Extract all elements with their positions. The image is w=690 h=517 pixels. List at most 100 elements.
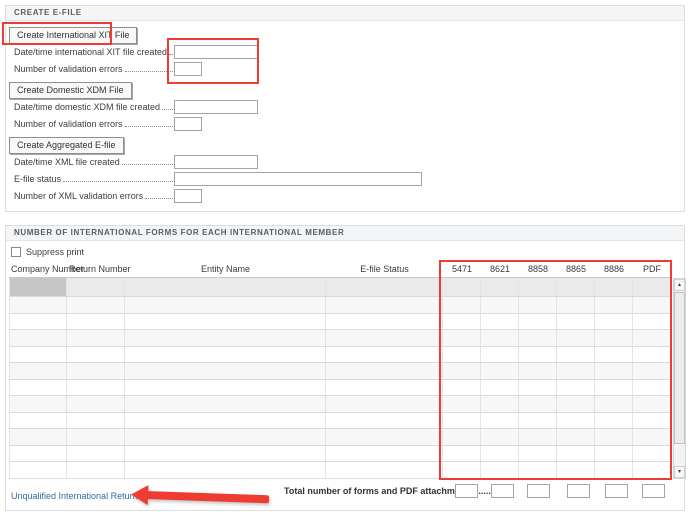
xml-errors-input[interactable]	[174, 189, 202, 203]
scroll-down-icon[interactable]: ▾	[674, 466, 685, 478]
table-cell[interactable]	[67, 330, 125, 346]
table-cell[interactable]	[595, 297, 633, 313]
table-cell[interactable]	[481, 396, 519, 412]
table-row[interactable]	[9, 462, 671, 479]
table-cell[interactable]	[125, 446, 326, 462]
table-cell[interactable]	[326, 446, 443, 462]
table-cell[interactable]	[9, 363, 67, 379]
table-row[interactable]	[9, 413, 671, 430]
table-cell[interactable]	[557, 330, 595, 346]
table-cell[interactable]	[557, 347, 595, 363]
table-cell[interactable]	[595, 314, 633, 330]
efile-status-input[interactable]	[174, 172, 422, 186]
table-cell[interactable]	[443, 363, 481, 379]
table-cell[interactable]	[326, 429, 443, 445]
table-cell[interactable]	[481, 363, 519, 379]
table-row[interactable]	[9, 363, 671, 380]
table-cell[interactable]	[9, 380, 67, 396]
table-cell[interactable]	[125, 462, 326, 478]
table-row[interactable]	[9, 314, 671, 331]
table-cell[interactable]	[9, 429, 67, 445]
total-forms-input-8858[interactable]	[527, 484, 550, 498]
table-cell[interactable]	[67, 462, 125, 478]
table-row[interactable]	[9, 429, 671, 446]
table-cell[interactable]	[519, 462, 557, 478]
table-cell[interactable]	[9, 396, 67, 412]
table-cell[interactable]	[326, 380, 443, 396]
table-cell[interactable]	[633, 380, 671, 396]
table-cell[interactable]	[481, 314, 519, 330]
table-cell[interactable]	[326, 462, 443, 478]
table-cell[interactable]	[481, 297, 519, 313]
table-cell[interactable]	[9, 297, 67, 313]
table-cell[interactable]	[67, 297, 125, 313]
table-cell[interactable]	[519, 330, 557, 346]
table-cell[interactable]	[443, 380, 481, 396]
table-cell[interactable]	[125, 413, 326, 429]
table-cell[interactable]	[9, 330, 67, 346]
table-cell[interactable]	[557, 363, 595, 379]
table-cell[interactable]	[633, 396, 671, 412]
table-cell[interactable]	[519, 363, 557, 379]
table-cell[interactable]	[443, 462, 481, 478]
table-cell[interactable]	[443, 330, 481, 346]
scroll-up-icon[interactable]: ▴	[674, 279, 685, 291]
table-cell[interactable]	[633, 278, 671, 296]
table-cell[interactable]	[481, 446, 519, 462]
table-cell[interactable]	[595, 446, 633, 462]
table-cell[interactable]	[595, 429, 633, 445]
table-row[interactable]	[9, 446, 671, 463]
table-cell[interactable]	[595, 347, 633, 363]
table-cell[interactable]	[9, 413, 67, 429]
table-cell[interactable]	[443, 314, 481, 330]
table-row[interactable]	[9, 297, 671, 314]
total-forms-input-pdf[interactable]	[642, 484, 665, 498]
table-cell[interactable]	[443, 347, 481, 363]
table-cell[interactable]	[519, 413, 557, 429]
table-cell[interactable]	[67, 396, 125, 412]
table-cell[interactable]	[67, 314, 125, 330]
create-domestic-xdm-file-button[interactable]: Create Domestic XDM File	[9, 82, 132, 99]
create-aggregated-efile-button[interactable]: Create Aggregated E-file	[9, 137, 124, 154]
table-cell[interactable]	[519, 429, 557, 445]
table-cell[interactable]	[481, 429, 519, 445]
table-cell[interactable]	[481, 330, 519, 346]
intl-errors-input[interactable]	[174, 62, 202, 76]
unqualified-international-returns-link[interactable]: Unqualified International Returns List	[11, 491, 159, 501]
table-cell[interactable]	[595, 413, 633, 429]
table-cell[interactable]	[519, 380, 557, 396]
table-cell[interactable]	[519, 396, 557, 412]
table-cell[interactable]	[481, 413, 519, 429]
table-cell[interactable]	[125, 347, 326, 363]
table-cell[interactable]	[595, 462, 633, 478]
total-forms-input-8621[interactable]	[491, 484, 514, 498]
total-forms-input-8865[interactable]	[567, 484, 590, 498]
table-cell[interactable]	[125, 330, 326, 346]
table-cell[interactable]	[443, 446, 481, 462]
table-cell[interactable]	[557, 278, 595, 296]
table-cell[interactable]	[326, 297, 443, 313]
intl-created-input[interactable]	[174, 45, 258, 59]
table-cell[interactable]	[9, 314, 67, 330]
table-cell[interactable]	[67, 278, 125, 296]
table-cell[interactable]	[326, 278, 443, 296]
table-row[interactable]	[9, 396, 671, 413]
table-row[interactable]	[9, 380, 671, 397]
table-cell[interactable]	[326, 396, 443, 412]
table-cell[interactable]	[9, 446, 67, 462]
table-cell[interactable]	[557, 429, 595, 445]
table-row[interactable]	[9, 347, 671, 364]
table-cell[interactable]	[9, 278, 67, 296]
table-cell[interactable]	[67, 429, 125, 445]
dom-created-input[interactable]	[174, 100, 258, 114]
table-scrollbar[interactable]: ▴ ▾	[673, 278, 686, 479]
table-cell[interactable]	[557, 314, 595, 330]
table-cell[interactable]	[633, 314, 671, 330]
table-cell[interactable]	[519, 314, 557, 330]
table-cell[interactable]	[125, 297, 326, 313]
table-cell[interactable]	[67, 347, 125, 363]
table-cell[interactable]	[481, 380, 519, 396]
table-cell[interactable]	[633, 413, 671, 429]
table-cell[interactable]	[519, 278, 557, 296]
table-cell[interactable]	[595, 380, 633, 396]
